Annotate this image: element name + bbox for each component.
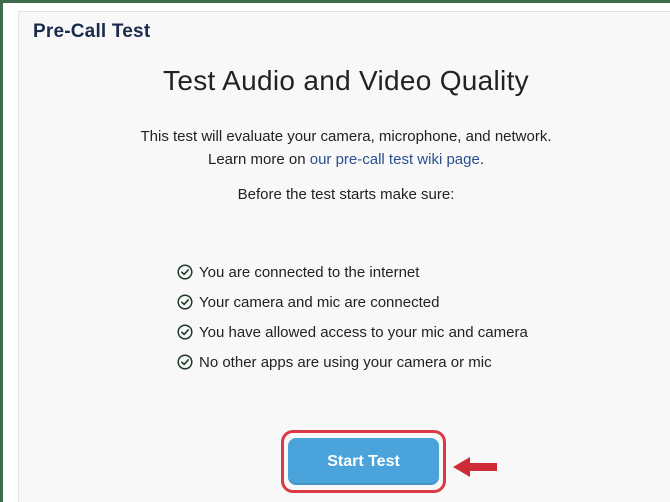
description-suffix: . [479,151,484,168]
checklist-item-label: Your camera and mic are connected [199,293,440,311]
checklist: You are connected to the internet Your c… [177,257,528,377]
check-circle-icon [177,354,193,370]
pre-call-test-panel: Pre-Call Test Test Audio and Video Quali… [18,11,670,502]
window-frame: Pre-Call Test Test Audio and Video Quali… [0,0,670,502]
checklist-item: You have allowed access to your mic and … [177,317,528,347]
panel-header-title: Pre-Call Test [33,21,151,42]
description-line-2: Learn more on our pre-call test wiki pag… [19,148,670,171]
start-test-button[interactable]: Start Test [288,438,439,485]
description-prefix: Learn more on [208,151,310,168]
description-line-1: This test will evaluate your camera, mic… [140,128,552,145]
prerequisites-heading: Before the test starts make sure: [237,186,455,203]
start-test-highlight: Start Test [281,430,446,493]
checklist-item-label: No other apps are using your camera or m… [199,353,492,371]
description: This test will evaluate your camera, mic… [19,125,670,171]
checklist-item: You are connected to the internet [177,257,528,287]
checklist-item: No other apps are using your camera or m… [177,347,528,377]
check-circle-icon [177,294,193,310]
check-circle-icon [177,264,193,280]
arrow-left-icon [453,457,497,477]
wiki-link[interactable]: our pre-call test wiki page [310,151,480,168]
checklist-item-label: You have allowed access to your mic and … [199,323,528,341]
checklist-item: Your camera and mic are connected [177,287,528,317]
check-circle-icon [177,324,193,340]
page-title: Test Audio and Video Quality [163,65,529,96]
checklist-item-label: You are connected to the internet [199,263,420,281]
